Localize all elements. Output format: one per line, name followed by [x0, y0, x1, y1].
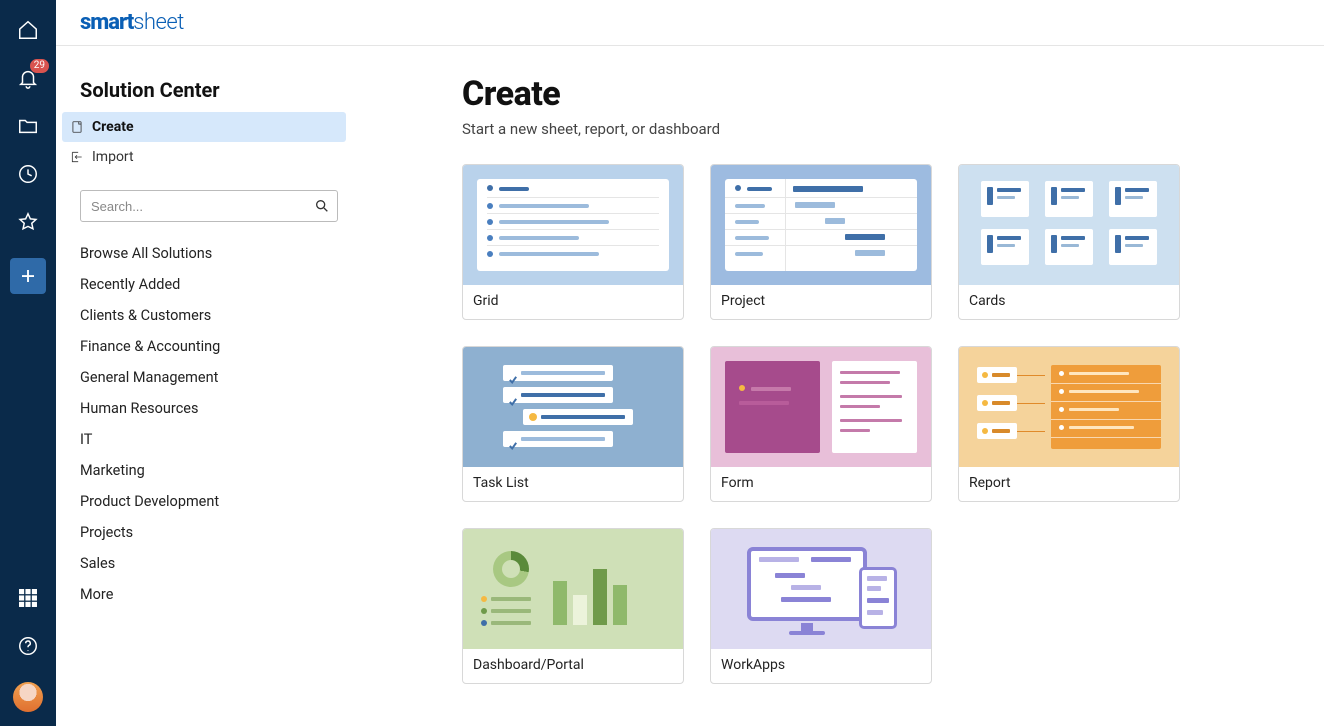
tile-tasklist-thumb [463, 347, 683, 467]
nav-import-label: Import [92, 149, 134, 165]
create-tiles: Grid [462, 164, 1284, 684]
notification-badge: 29 [29, 58, 50, 74]
nav-create-label: Create [92, 119, 134, 135]
sidebar-item-it[interactable]: IT [80, 424, 352, 455]
tile-form[interactable]: Form [710, 346, 932, 502]
tile-grid-label: Grid [463, 285, 683, 319]
left-rail: 29 [0, 0, 56, 726]
tile-grid[interactable]: Grid [462, 164, 684, 320]
brand-logo: smartsheet [80, 10, 184, 35]
sidebar-item-projects[interactable]: Projects [80, 517, 352, 548]
app-launcher-icon[interactable] [16, 586, 40, 610]
help-icon[interactable] [16, 634, 40, 658]
tile-grid-thumb [463, 165, 683, 285]
tile-workapps-thumb [711, 529, 931, 649]
sheet-icon [70, 120, 84, 134]
tile-project[interactable]: Project [710, 164, 932, 320]
tile-form-thumb [711, 347, 931, 467]
sidebar-item-hr[interactable]: Human Resources [80, 393, 352, 424]
search-wrap [80, 190, 338, 222]
sidebar-item-browse-all[interactable]: Browse All Solutions [80, 238, 352, 269]
sidebar-title: Solution Center [80, 78, 352, 102]
brand-bold: smart [80, 10, 133, 35]
tile-dashboard-label: Dashboard/Portal [463, 649, 683, 683]
tile-dashboard-thumb [463, 529, 683, 649]
recents-icon[interactable] [16, 162, 40, 186]
tile-cards[interactable]: Cards [958, 164, 1180, 320]
sidebar-item-marketing[interactable]: Marketing [80, 455, 352, 486]
sidebar-item-recently-added[interactable]: Recently Added [80, 269, 352, 300]
user-avatar[interactable] [13, 682, 43, 712]
tile-cards-label: Cards [959, 285, 1179, 319]
page-title: Create [462, 74, 1284, 114]
home-icon[interactable] [16, 18, 40, 42]
sidebar-item-sales[interactable]: Sales [80, 548, 352, 579]
search-icon[interactable] [314, 198, 330, 214]
sidebar-item-product-dev[interactable]: Product Development [80, 486, 352, 517]
tile-dashboard[interactable]: Dashboard/Portal [462, 528, 684, 684]
sidebar-nav-import[interactable]: Import [62, 142, 346, 172]
folder-icon[interactable] [16, 114, 40, 138]
sidebar: Solution Center Create Import Browse All… [56, 46, 366, 726]
brand-thin: sheet [133, 10, 184, 35]
favorites-icon[interactable] [16, 210, 40, 234]
tile-workapps-label: WorkApps [711, 649, 931, 683]
notifications-icon[interactable]: 29 [16, 66, 40, 90]
main-area: smartsheet Solution Center Create Import [56, 0, 1324, 726]
tile-project-thumb [711, 165, 931, 285]
tile-report-label: Report [959, 467, 1179, 501]
tile-report[interactable]: Report [958, 346, 1180, 502]
sidebar-item-finance[interactable]: Finance & Accounting [80, 331, 352, 362]
category-list: Browse All Solutions Recently Added Clie… [80, 238, 352, 610]
import-icon [70, 150, 84, 164]
sidebar-item-clients[interactable]: Clients & Customers [80, 300, 352, 331]
add-button[interactable] [10, 258, 46, 294]
top-bar: smartsheet [56, 0, 1324, 46]
content: Create Start a new sheet, report, or das… [366, 46, 1324, 726]
tile-cards-thumb [959, 165, 1179, 285]
tile-form-label: Form [711, 467, 931, 501]
tile-tasklist-label: Task List [463, 467, 683, 501]
page-subtitle: Start a new sheet, report, or dashboard [462, 120, 1284, 138]
sidebar-nav-create[interactable]: Create [62, 112, 346, 142]
tile-tasklist[interactable]: Task List [462, 346, 684, 502]
tile-workapps[interactable]: WorkApps [710, 528, 932, 684]
sidebar-item-more[interactable]: More [80, 579, 352, 610]
tile-report-thumb [959, 347, 1179, 467]
tile-project-label: Project [711, 285, 931, 319]
search-input[interactable] [80, 190, 338, 222]
sidebar-item-general-management[interactable]: General Management [80, 362, 352, 393]
